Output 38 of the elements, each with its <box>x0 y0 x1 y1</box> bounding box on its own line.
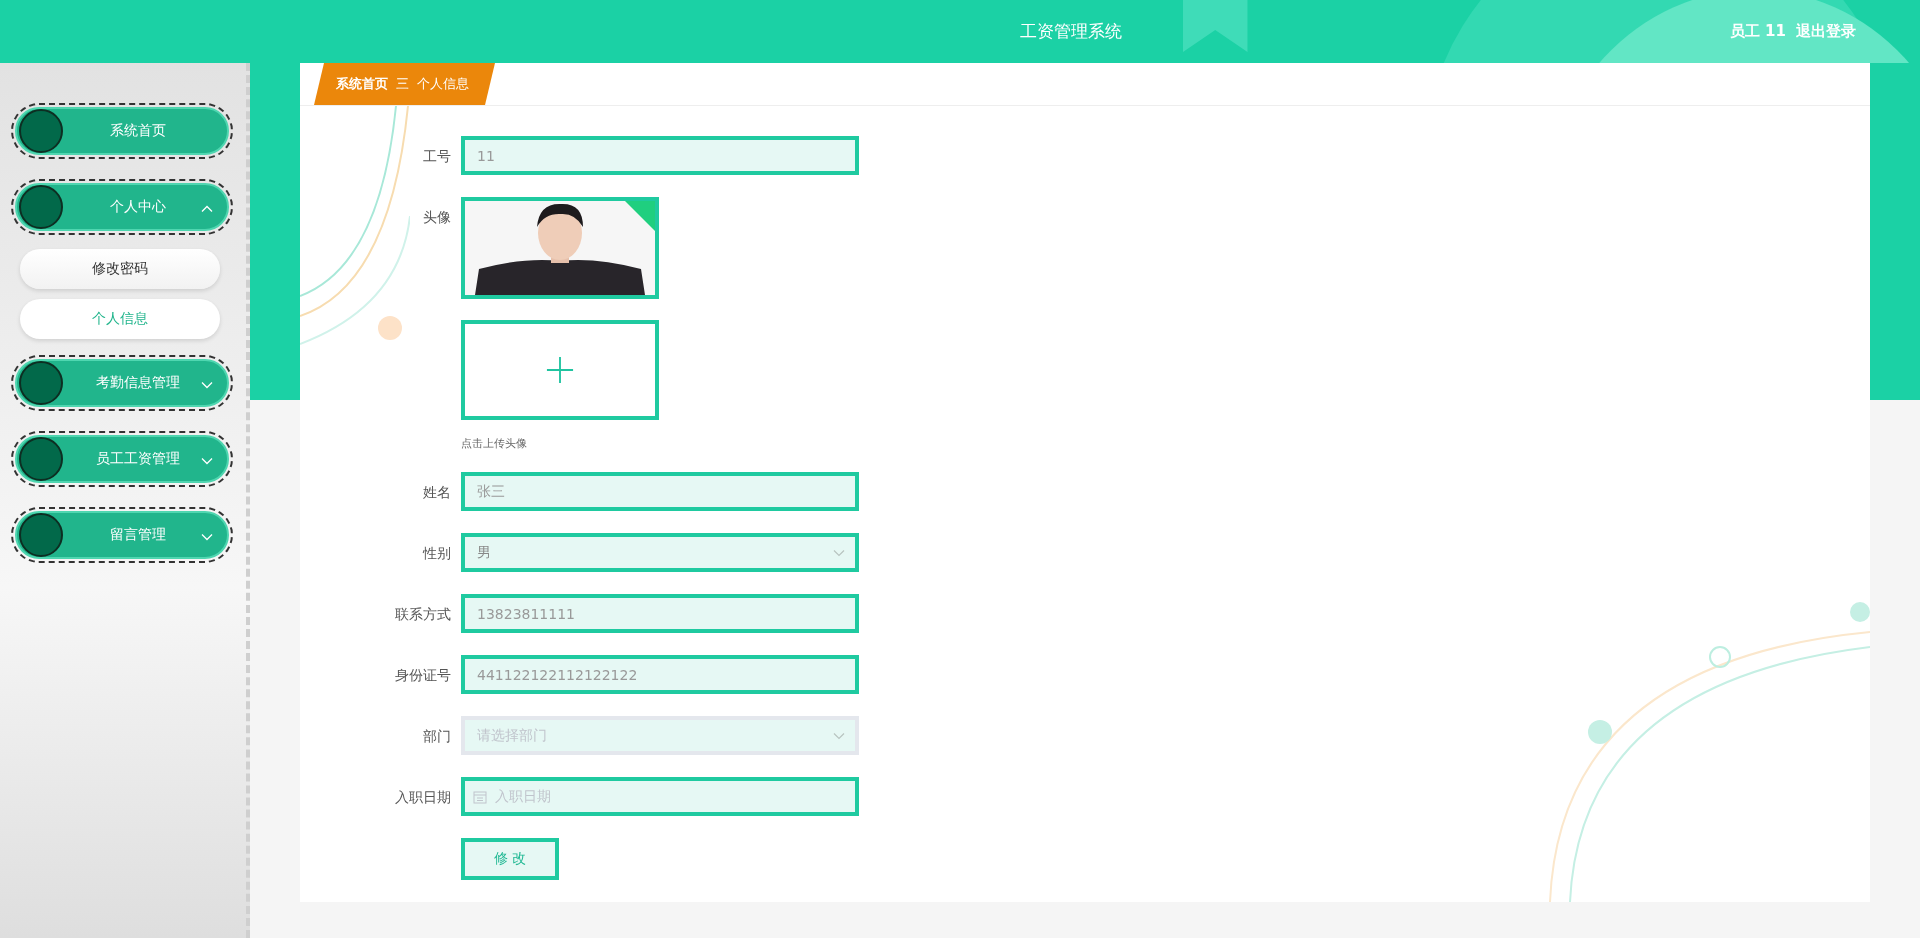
caret-icon <box>833 549 845 557</box>
submit-button[interactable]: 修 改 <box>461 838 559 880</box>
field-label: 入职日期 <box>395 789 451 805</box>
field-label: 工号 <box>423 148 451 164</box>
circle-icon <box>19 185 63 229</box>
user-label: 员工 11 <box>1729 22 1786 41</box>
text-field[interactable]: 张三 <box>461 472 859 511</box>
upload-button[interactable] <box>461 320 659 420</box>
field-label: 头像 <box>423 209 451 225</box>
field-label: 联系方式 <box>395 606 451 622</box>
menu-item[interactable]: 系统首页 <box>15 107 229 155</box>
field-label: 姓名 <box>423 484 451 500</box>
menu-item[interactable]: 考勤信息管理 <box>15 359 229 407</box>
submenu-item[interactable]: 修改密码 <box>20 249 220 289</box>
text-field[interactable]: 11 <box>461 136 859 175</box>
app-title: 工资管理系统 <box>1020 20 1122 43</box>
field-label: 部门 <box>423 728 451 744</box>
field-label: 性别 <box>423 545 451 561</box>
upload-hint: 点击上传头像 <box>461 436 528 451</box>
breadcrumb-separator: 三 <box>396 75 409 93</box>
breadcrumb-current: 个人信息 <box>417 75 469 93</box>
text-field[interactable]: 441122122112122122 <box>461 655 859 694</box>
circle-icon <box>19 109 63 153</box>
circle-icon <box>19 437 63 481</box>
field-label: 身份证号 <box>395 667 451 683</box>
select-field[interactable]: 男 <box>461 533 859 572</box>
text-field[interactable]: 13823811111 <box>461 594 859 633</box>
circle-icon <box>19 361 63 405</box>
caret-icon <box>833 732 845 740</box>
calendar-icon <box>473 789 487 804</box>
menu-item[interactable]: 留言管理 <box>15 511 229 559</box>
menu-item[interactable]: 员工工资管理 <box>15 435 229 483</box>
circle-icon <box>19 513 63 557</box>
submenu-item[interactable]: 个人信息 <box>20 299 220 339</box>
plus-icon <box>546 356 574 384</box>
menu-item[interactable]: 个人中心 <box>15 183 229 231</box>
logout-link[interactable]: 退出登录 <box>1796 22 1856 41</box>
breadcrumb-link[interactable]: 系统首页 <box>336 75 388 93</box>
